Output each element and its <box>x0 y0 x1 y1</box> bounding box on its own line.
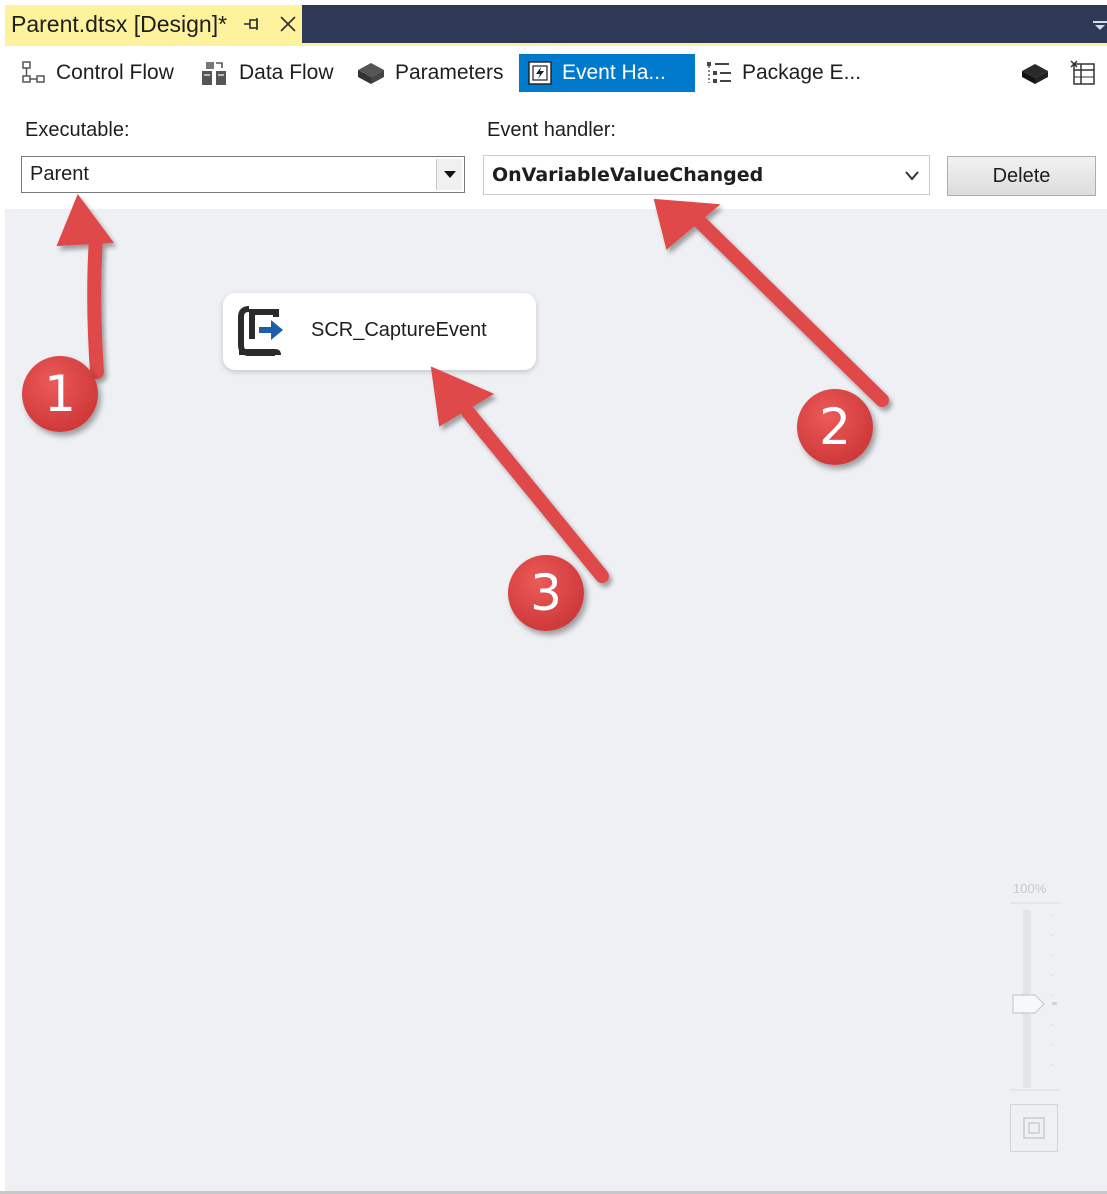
script-task-label: SCR_CaptureEvent <box>311 319 487 341</box>
event-handler-label: Event handler: <box>487 119 616 141</box>
fit-view-icon <box>1023 1117 1045 1139</box>
parameters-icon <box>358 63 384 84</box>
tab-event-handlers[interactable]: Event Ha... <box>519 54 695 92</box>
package-parts-icon[interactable] <box>1020 58 1050 88</box>
tab-strip-underline <box>5 43 1107 46</box>
event-handlers-icon <box>528 61 552 85</box>
zoom-to-fit-button[interactable] <box>1010 1104 1058 1152</box>
executable-label: Executable: <box>25 119 130 141</box>
delete-button[interactable]: Delete <box>947 156 1096 196</box>
designer-tab-bar: Control Flow Data Flow Parameters Event … <box>5 48 1107 98</box>
tab-event-handlers-label: Event Ha... <box>562 61 666 84</box>
tab-data-flow-label: Data Flow <box>239 61 334 84</box>
tab-data-flow[interactable]: Data Flow <box>200 54 334 92</box>
tab-parameters[interactable]: Parameters <box>356 54 504 92</box>
event-handler-design-surface[interactable] <box>5 209 1107 1191</box>
chevron-down-icon[interactable] <box>905 171 919 181</box>
chevron-down-icon <box>443 170 456 178</box>
tab-control-flow-label: Control Flow <box>56 61 174 84</box>
tab-package-explorer[interactable]: Package E... <box>705 54 861 92</box>
tab-package-explorer-label: Package E... <box>742 61 862 84</box>
event-handler-combo[interactable]: OnVariableValueChanged <box>483 155 930 195</box>
tab-control-flow[interactable]: Control Flow <box>21 54 174 92</box>
annotation-badge-3: 3 <box>508 555 584 631</box>
executable-value: Parent <box>30 163 89 185</box>
pin-icon[interactable] <box>242 14 262 34</box>
zoom-slider[interactable] <box>1010 900 1060 1095</box>
zoom-level: 100% <box>1013 881 1047 896</box>
tab-parameters-label: Parameters <box>395 61 504 84</box>
tab-dropdown-icon[interactable] <box>1093 21 1107 31</box>
annotation-badge-2: 2 <box>797 389 873 465</box>
close-icon[interactable] <box>277 13 299 35</box>
document-tab-strip: Parent.dtsx [Design]* <box>5 5 1107 43</box>
document-tab-title: Parent.dtsx [Design]* <box>11 10 228 37</box>
annotation-badge-1: 1 <box>22 356 98 432</box>
script-task-node[interactable]: SCR_CaptureEvent <box>223 293 536 370</box>
data-flow-icon <box>202 62 226 85</box>
package-explorer-icon <box>707 62 731 83</box>
executable-combo[interactable]: Parent <box>21 156 465 193</box>
script-task-icon <box>238 306 283 356</box>
variables-icon[interactable] <box>1068 58 1098 88</box>
executable-dropdown-button[interactable] <box>436 159 462 190</box>
document-tab[interactable]: Parent.dtsx [Design]* <box>5 5 302 43</box>
control-flow-icon <box>22 61 45 83</box>
event-handler-value: OnVariableValueChanged <box>492 164 764 186</box>
